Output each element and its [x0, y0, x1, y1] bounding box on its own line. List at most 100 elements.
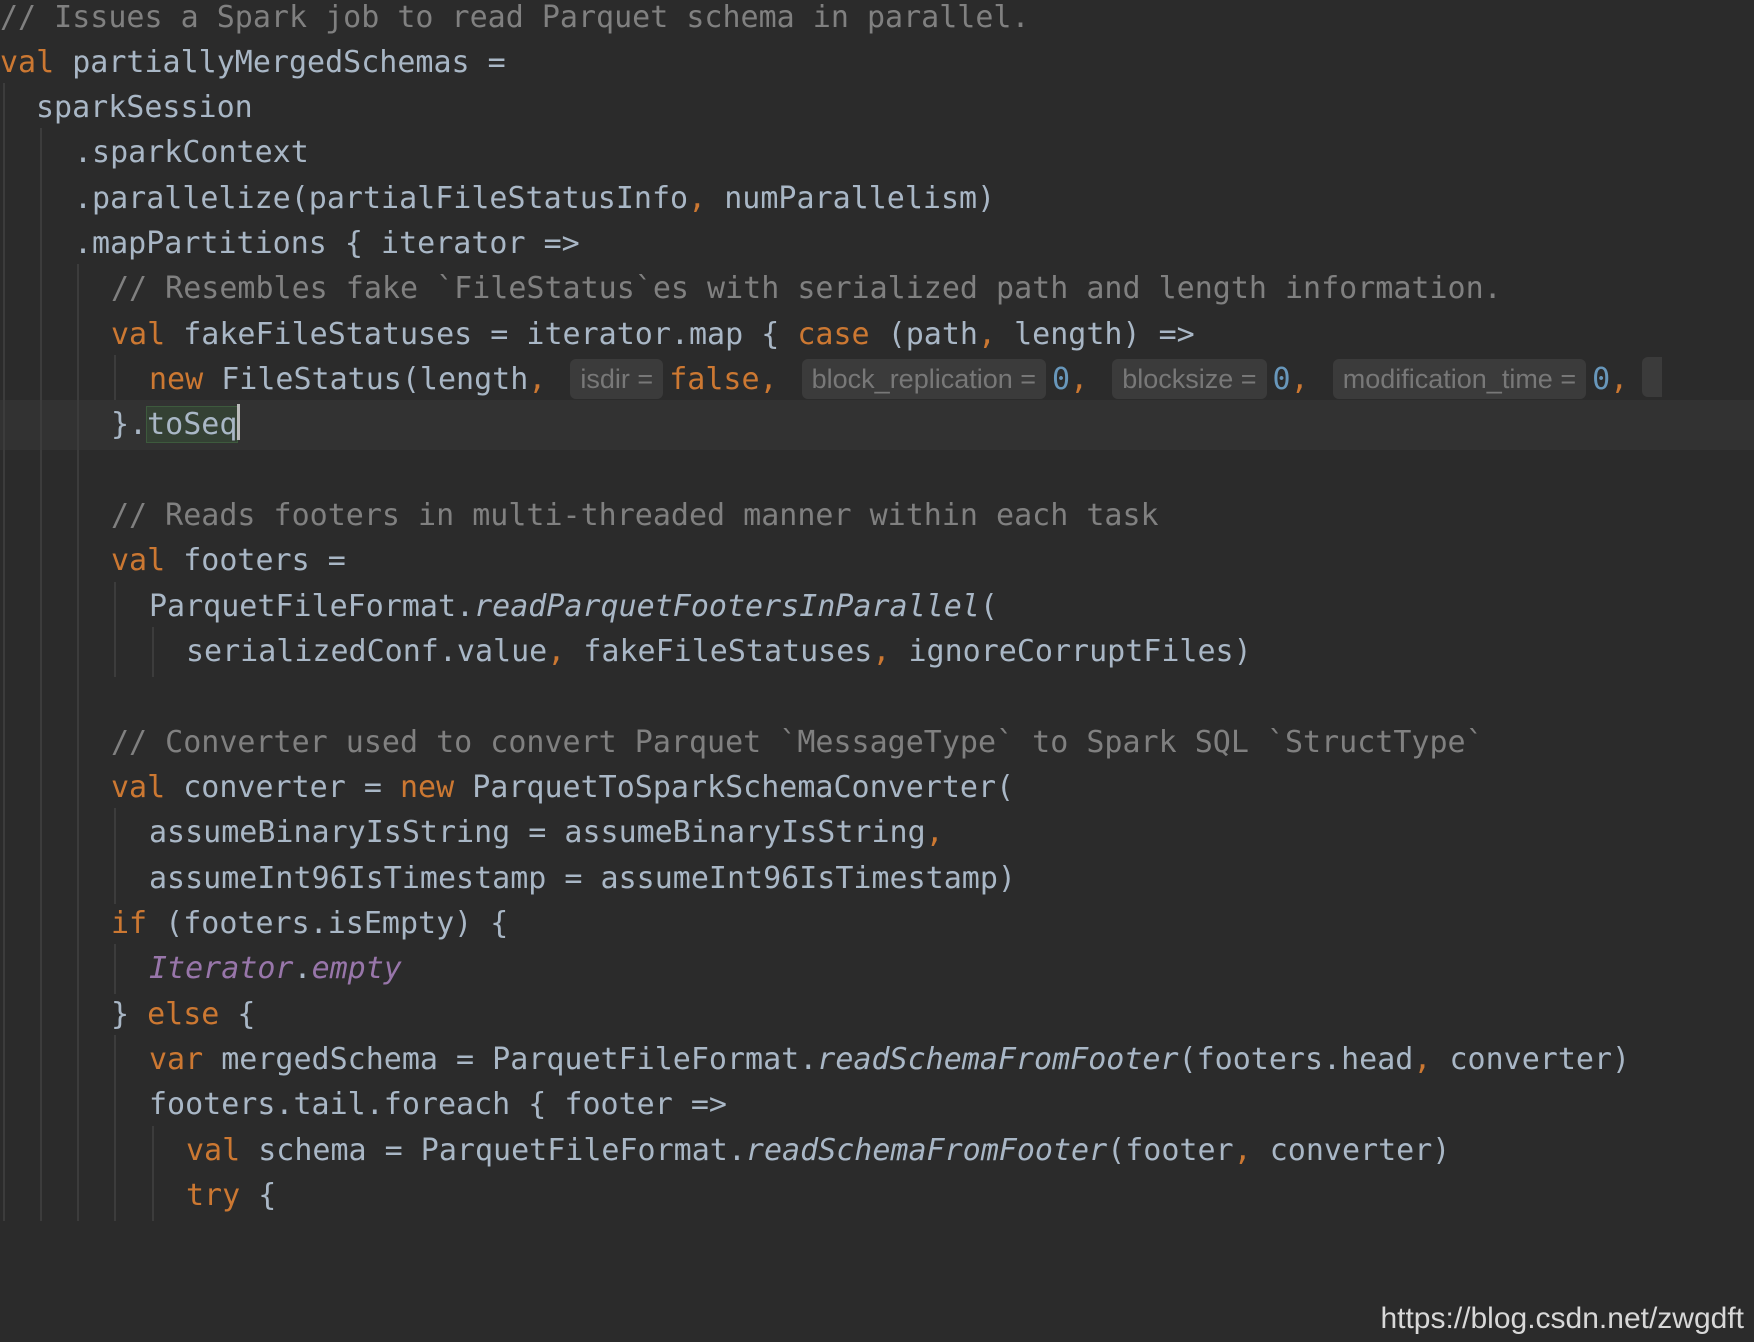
identifier: length) => — [996, 317, 1195, 352]
comma: , — [547, 634, 566, 669]
code-line[interactable]: val schema = ParquetFileFormat.readSchem… — [0, 1126, 1754, 1176]
code-line[interactable]: Iterator.empty — [0, 944, 1754, 994]
open-paren: ( — [979, 589, 998, 624]
code-text: serializedConf.value, fakeFileStatuses, … — [186, 627, 1252, 677]
indent-guide — [114, 854, 116, 904]
keyword-val: val — [186, 1133, 241, 1168]
code-line[interactable]: val fakeFileStatuses = iterator.map { ca… — [0, 310, 1754, 360]
static-method: readSchemaFromFooter — [817, 1042, 1179, 1077]
indent-guide — [77, 1126, 79, 1176]
indent-guide — [40, 400, 42, 450]
code-editor[interactable]: // Issues a Spark job to read Parquet sc… — [0, 0, 1754, 1342]
inlay-hint-isdir: isdir = — [570, 359, 664, 399]
code-line[interactable] — [0, 672, 1754, 722]
indent-guide — [114, 1126, 116, 1176]
comma: , — [872, 634, 891, 669]
indent-guide — [77, 491, 79, 541]
named-argument: assumeBinaryIsString = assumeBinaryIsStr… — [149, 815, 926, 850]
code-line[interactable]: val converter = new ParquetToSparkSchema… — [0, 763, 1754, 813]
current-code-line[interactable]: }.toSeq — [0, 400, 1754, 450]
code-text: if (footers.isEmpty) { — [111, 899, 508, 949]
method-call: .mapPartitions { iterator => — [74, 226, 580, 261]
literal-number: 0 — [1052, 362, 1071, 397]
indent-guide — [114, 1035, 116, 1085]
indent-guide — [3, 446, 5, 496]
code-text: new FileStatus(length, isdir = false, blo… — [149, 355, 1663, 405]
indent-guide — [77, 536, 79, 586]
code-line[interactable]: footers.tail.foreach { footer => — [0, 1080, 1754, 1130]
indent-guide — [40, 128, 42, 178]
code-line[interactable]: if (footers.isEmpty) { — [0, 899, 1754, 949]
indent-guide — [40, 310, 42, 360]
code-line[interactable]: // Reads footers in multi-threaded manne… — [0, 491, 1754, 541]
method-call: footers.tail.foreach { footer => — [149, 1087, 727, 1122]
indent-guide — [40, 854, 42, 904]
indent-guide — [77, 582, 79, 632]
code-line[interactable]: assumeInt96IsTimestamp = assumeInt96IsTi… — [0, 854, 1754, 904]
code-line[interactable]: sparkSession — [0, 83, 1754, 133]
code-line[interactable]: val footers = — [0, 536, 1754, 586]
indent-guide — [77, 1171, 79, 1221]
keyword-case: case — [797, 317, 870, 352]
static-object: Iterator — [149, 951, 294, 986]
indent-guide — [114, 1080, 116, 1130]
code-line[interactable]: .parallelize(partialFileStatusInfo, numP… — [0, 174, 1754, 224]
indent-guide — [3, 128, 5, 178]
code-text: assumeBinaryIsString = assumeBinaryIsStr… — [149, 808, 944, 858]
indent-guide — [77, 808, 79, 858]
code-line[interactable] — [0, 446, 1754, 496]
indent-guide — [40, 1171, 42, 1221]
code-line[interactable]: try { — [0, 1171, 1754, 1221]
indent-guide — [77, 990, 79, 1040]
code-line[interactable]: // Resembles fake `FileStatus`es with se… — [0, 264, 1754, 314]
indent-guide — [40, 672, 42, 722]
indent-guide — [40, 491, 42, 541]
indent-guide — [40, 1080, 42, 1130]
indent-guide — [77, 1035, 79, 1085]
code-text: } else { — [111, 990, 256, 1040]
static-method: readParquetFootersInParallel — [474, 589, 980, 624]
identifier: partiallyMergedSchemas = — [54, 45, 506, 80]
code-line[interactable]: assumeBinaryIsString = assumeBinaryIsStr… — [0, 808, 1754, 858]
method-call: .parallelize(partialFileStatusInfo — [74, 181, 689, 216]
keyword-else: else — [147, 997, 220, 1032]
code-line[interactable]: val partiallyMergedSchemas = — [0, 38, 1754, 88]
code-line[interactable]: .mapPartitions { iterator => — [0, 219, 1754, 269]
indent-guide — [3, 1035, 5, 1085]
code-line[interactable]: // Issues a Spark job to read Parquet sc… — [0, 0, 1754, 43]
code-line[interactable]: new FileStatus(length, isdir = false, blo… — [0, 355, 1754, 405]
comma: , — [1413, 1042, 1432, 1077]
indent-guide — [40, 446, 42, 496]
code-text: Iterator.empty — [149, 944, 402, 994]
comma: , — [688, 181, 707, 216]
indent-guide — [40, 355, 42, 405]
indent-guide — [3, 1080, 5, 1130]
argument: converter) — [1431, 1042, 1631, 1077]
code-line[interactable]: .sparkContext — [0, 128, 1754, 178]
indent-guide — [3, 718, 5, 768]
code-line[interactable]: var mergedSchema = ParquetFileFormat.rea… — [0, 1035, 1754, 1085]
indent-guide — [152, 1171, 154, 1221]
method-call: .sparkContext — [74, 135, 309, 170]
indent-guide — [3, 990, 5, 1040]
code-line[interactable]: // Converter used to convert Parquet `Me… — [0, 718, 1754, 768]
code-line[interactable]: serializedConf.value, fakeFileStatuses, … — [0, 627, 1754, 677]
keyword-try: try — [186, 1178, 241, 1213]
indent-guide — [40, 174, 42, 224]
indent-guide — [40, 264, 42, 314]
indent-guide — [40, 899, 42, 949]
indent-guide — [77, 400, 79, 450]
indent-guide — [3, 582, 5, 632]
code-line[interactable]: ParquetFileFormat.readParquetFootersInPa… — [0, 582, 1754, 632]
argument: numParallelism) — [706, 181, 996, 216]
indent-guide — [3, 808, 5, 858]
indent-guide — [114, 582, 116, 632]
indent-guide — [3, 491, 5, 541]
identifier: mergedSchema = ParquetFileFormat. — [203, 1042, 818, 1077]
indent-guide — [3, 763, 5, 813]
code-line[interactable]: } else { — [0, 990, 1754, 1040]
indent-guide — [3, 83, 5, 133]
identifier: FileStatus(length — [203, 362, 529, 397]
code-text: }.toSeq — [111, 400, 241, 450]
indent-guide — [77, 763, 79, 813]
